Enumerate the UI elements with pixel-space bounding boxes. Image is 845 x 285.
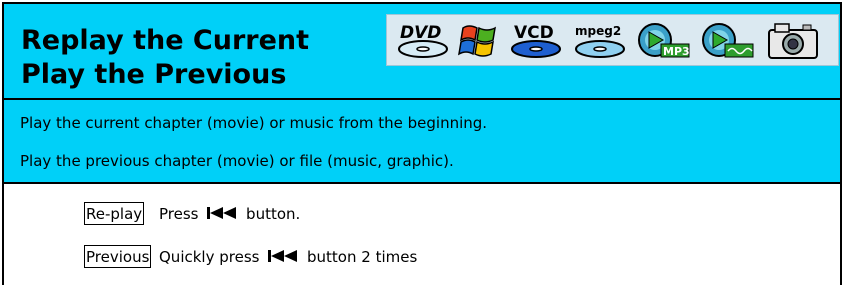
previous-instruction: Quickly press button 2 times [159,248,417,266]
svg-text:MP3: MP3 [663,45,690,58]
previous-tag: Previous [84,245,152,268]
description-line-2: Play the previous chapter (movie) or fil… [20,152,454,170]
wma-icon [702,23,754,58]
mp3-icon: MP3 [638,23,690,58]
mpeg2-icon: mpeg2 [575,24,625,58]
previous-text-before: Quickly press [159,248,260,266]
format-icon-strip: DVD VCD mpeg2 MP3 [386,14,839,66]
svg-text:VCD: VCD [514,23,554,43]
replay-text-after: button. [246,205,301,223]
previous-text-after: button 2 times [307,248,418,266]
body-border-left [2,184,4,285]
header-panel: Replay the Current Play the Previous DVD [2,2,842,184]
svg-text:DVD: DVD [400,23,441,43]
svg-text:mpeg2: mpeg2 [575,24,621,38]
body-border-right [840,184,842,285]
vcd-icon: VCD [511,23,561,58]
previous-track-icon [268,250,298,262]
replay-instruction: Press button. [159,205,300,223]
previous-track-icon [207,207,237,219]
divider [4,98,840,100]
page-title: Replay the Current Play the Previous [21,24,309,92]
dvd-icon: DVD [398,23,448,58]
replay-text-before: Press [159,205,199,223]
title-line-replay: Replay the Current [21,25,310,56]
title-line-previous: Play the Previous [21,59,287,90]
camera-icon [768,23,818,59]
help-panel: Replay the Current Play the Previous DVD [2,2,842,285]
windows-icon [458,25,496,57]
description-line-1: Play the current chapter (movie) or musi… [20,114,488,132]
replay-tag: Re-play [84,202,145,225]
